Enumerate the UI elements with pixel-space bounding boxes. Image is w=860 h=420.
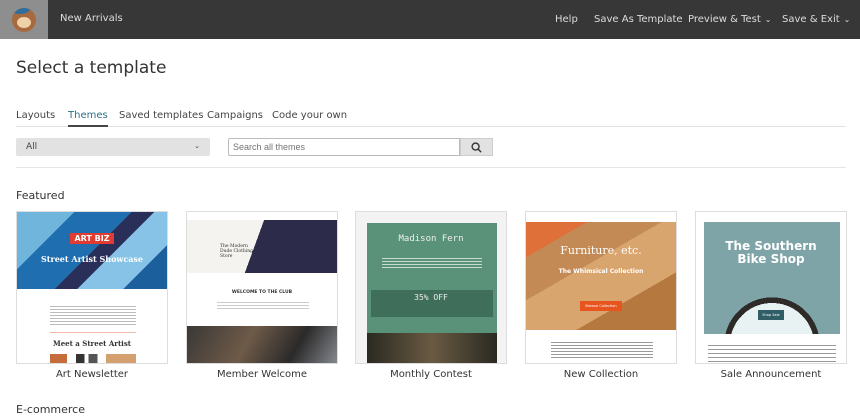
footer-image	[367, 333, 497, 363]
body-text	[708, 342, 836, 362]
preview-test-label: Preview & Test	[688, 14, 761, 25]
hero-image	[17, 212, 167, 289]
campaign-name: New Arrivals	[60, 13, 123, 24]
tab-layouts[interactable]: Layouts	[16, 110, 55, 127]
search-icon	[471, 141, 482, 153]
top-bar: New Arrivals Help Save As Template Previ…	[0, 0, 860, 39]
theme-name[interactable]: New Collection	[525, 369, 677, 380]
page-title: Select a template	[16, 58, 167, 78]
theme-card-sale-announcement[interactable]: The Southern Bike Shop Shop Sale	[695, 211, 847, 364]
section-headline: WELCOME TO THE CLUB	[231, 290, 293, 295]
hero-image	[187, 220, 337, 273]
section-featured: Featured	[16, 189, 65, 202]
collection-title: The Whimsical Collection	[558, 268, 644, 275]
category-value: All	[26, 142, 38, 152]
hero-headline: Furniture, etc.	[560, 244, 642, 257]
section-ecommerce: E-commerce	[16, 403, 85, 416]
browse-collection-button: Browse Collection	[580, 301, 622, 311]
offer-text: 35% OFF	[414, 293, 448, 302]
body-text	[382, 256, 482, 270]
theme-card-member-welcome[interactable]: The Modern Dude Clothing Store WELCOME T…	[186, 211, 338, 364]
theme-name[interactable]: Monthly Contest	[355, 369, 507, 380]
theme-card-monthly-contest[interactable]: Madison Fern 35% OFF	[355, 211, 507, 364]
help-link[interactable]: Help	[555, 14, 578, 25]
tab-code-your-own[interactable]: Code your own	[272, 110, 347, 127]
divider	[50, 332, 136, 333]
mailchimp-logo[interactable]	[0, 0, 48, 39]
search-button[interactable]	[460, 138, 493, 156]
chevron-down-icon: ⌄	[764, 15, 772, 24]
freddie-icon	[12, 7, 36, 32]
hero-headline: The Modern Dude Clothing Store	[220, 244, 253, 259]
theme-name[interactable]: Sale Announcement	[695, 369, 847, 380]
theme-card-art-newsletter[interactable]: ART BIZ Street Artist Showcase Meet a St…	[16, 211, 168, 364]
art-biz-logo: ART BIZ	[70, 233, 114, 244]
hero-image	[526, 222, 676, 330]
hero-headline: Street Artist Showcase	[41, 254, 143, 264]
artist-photos	[50, 354, 136, 363]
body-text	[551, 340, 653, 358]
footer-image	[187, 326, 337, 363]
save-exit-menu[interactable]: Save & Exit ⌄	[782, 14, 850, 25]
tab-campaigns[interactable]: Campaigns	[207, 110, 263, 127]
hero-headline: The Southern Bike Shop	[725, 239, 817, 266]
shop-sale-button: Shop Sale	[758, 310, 784, 320]
chevron-down-icon: ⌄	[843, 15, 851, 24]
template-tabs: Layouts Themes Saved templates Campaigns…	[16, 110, 846, 127]
theme-name[interactable]: Art Newsletter	[16, 369, 168, 380]
save-as-template-link[interactable]: Save As Template	[594, 14, 683, 25]
theme-name[interactable]: Member Welcome	[186, 369, 338, 380]
save-exit-label: Save & Exit	[782, 14, 840, 25]
preview-test-menu[interactable]: Preview & Test ⌄	[688, 14, 771, 25]
section-headline: Meet a Street Artist	[52, 339, 132, 348]
body-text	[217, 300, 309, 310]
tab-themes[interactable]: Themes	[68, 110, 108, 127]
divider	[16, 167, 846, 168]
tab-saved-templates[interactable]: Saved templates	[119, 110, 203, 127]
hero-headline: Madison Fern	[398, 234, 464, 244]
search-input[interactable]	[228, 138, 460, 156]
chevron-down-icon: ⌄	[194, 142, 200, 150]
category-select[interactable]: All ⌄	[16, 138, 210, 156]
body-text	[50, 304, 136, 326]
theme-card-new-collection[interactable]: Furniture, etc. The Whimsical Collection…	[525, 211, 677, 364]
